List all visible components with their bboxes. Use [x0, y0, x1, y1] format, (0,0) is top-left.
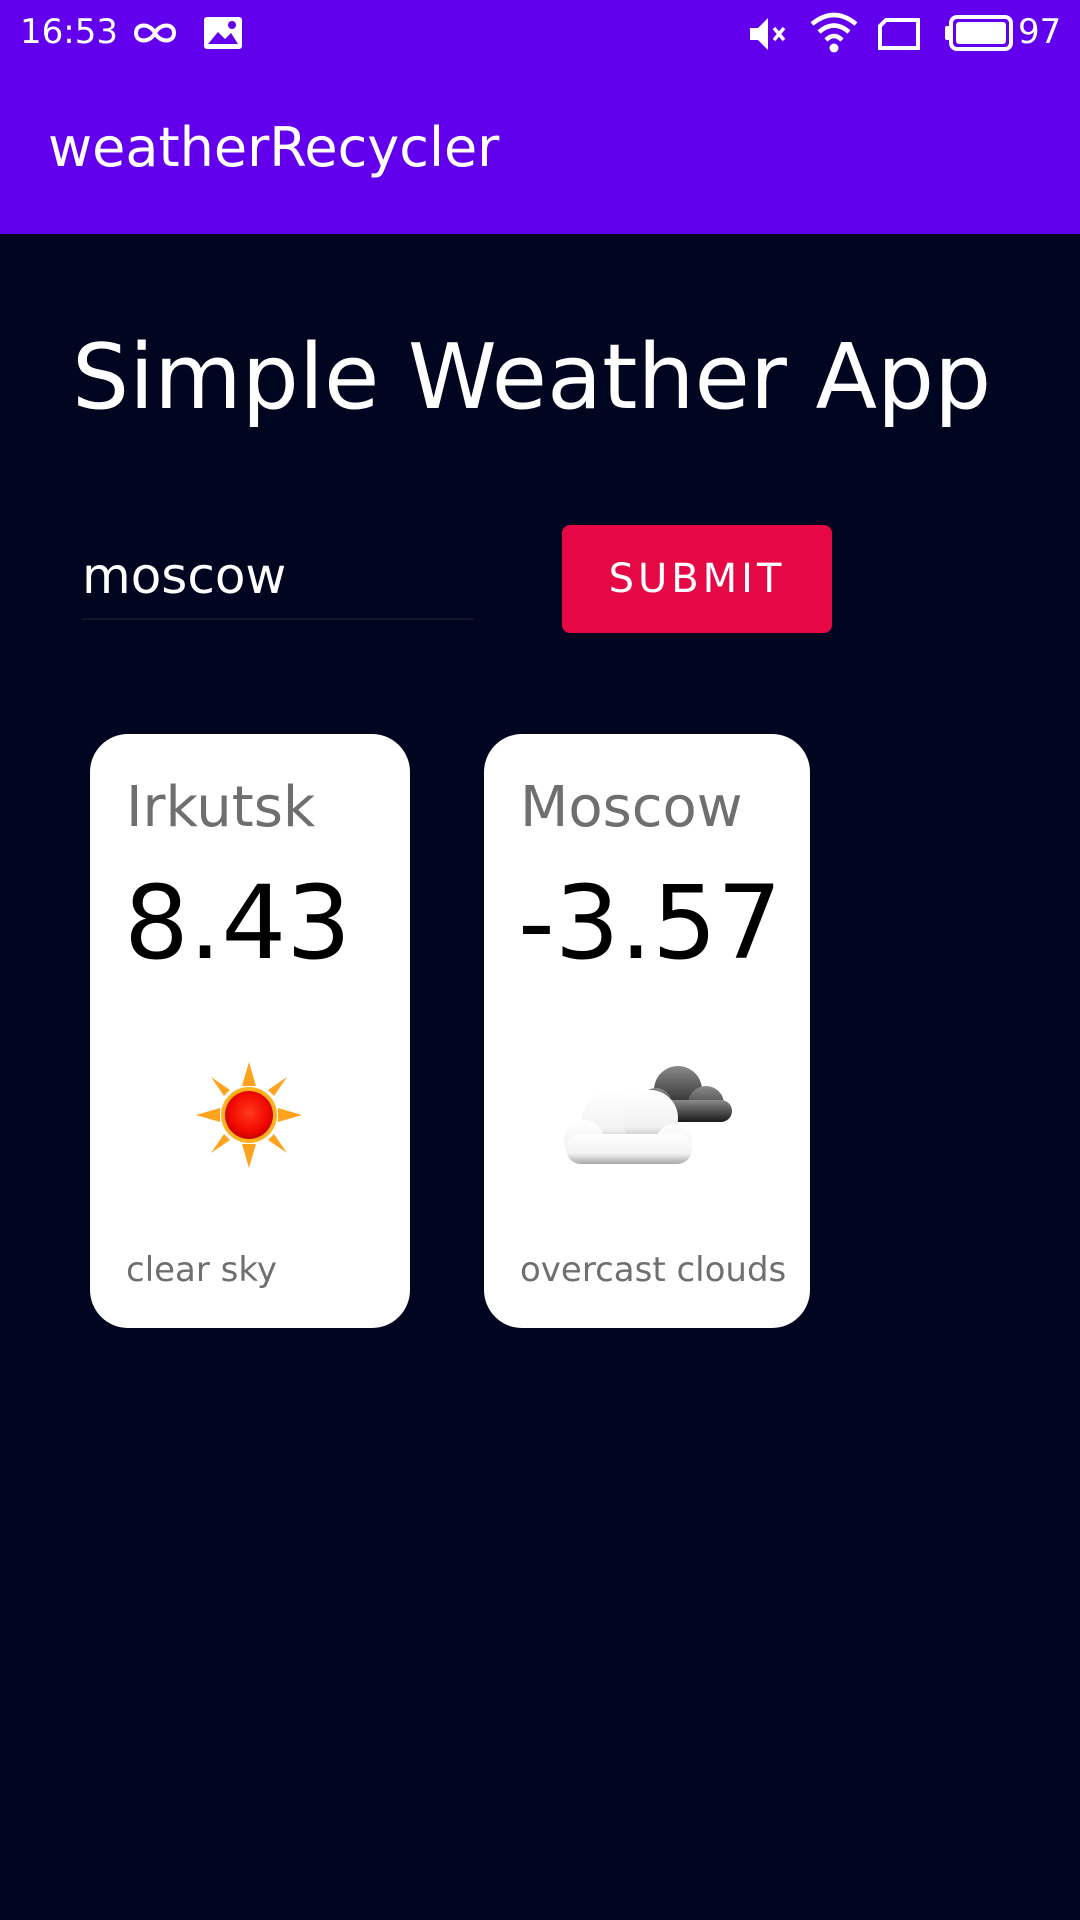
weather-card[interactable]: Irkutsk 8.43 clear sky — [90, 734, 410, 1328]
sun-icon — [196, 1062, 302, 1168]
screen-rotate-icon — [878, 18, 920, 50]
card-city-name: Moscow — [520, 775, 743, 840]
status-bar: 16:53 97 — [0, 0, 1080, 66]
wifi-icon — [810, 12, 858, 53]
weather-card[interactable]: Moscow -3.57 overcast clouds — [484, 734, 810, 1328]
app-title: weatherRecycler — [48, 116, 500, 179]
battery-icon — [945, 15, 1013, 51]
city-search-input[interactable] — [82, 534, 474, 620]
battery-level: 97 — [1018, 12, 1062, 52]
image-icon — [204, 17, 242, 49]
infinity-icon — [133, 23, 177, 43]
app-bar: weatherRecycler — [0, 66, 1080, 234]
cloud-icon — [564, 1066, 732, 1164]
volume-muted-icon — [750, 18, 786, 50]
status-time: 16:53 — [20, 12, 118, 52]
card-city-name: Irkutsk — [126, 775, 316, 840]
submit-button[interactable]: SUBMIT — [562, 525, 832, 633]
main-content: Simple Weather App SUBMIT Irkutsk 8.43 — [0, 234, 1080, 1920]
card-description: overcast clouds — [520, 1250, 787, 1290]
page-title: Simple Weather App — [72, 325, 992, 430]
card-description: clear sky — [126, 1250, 277, 1290]
card-temperature: -3.57 — [518, 864, 782, 983]
card-temperature: 8.43 — [124, 864, 352, 983]
